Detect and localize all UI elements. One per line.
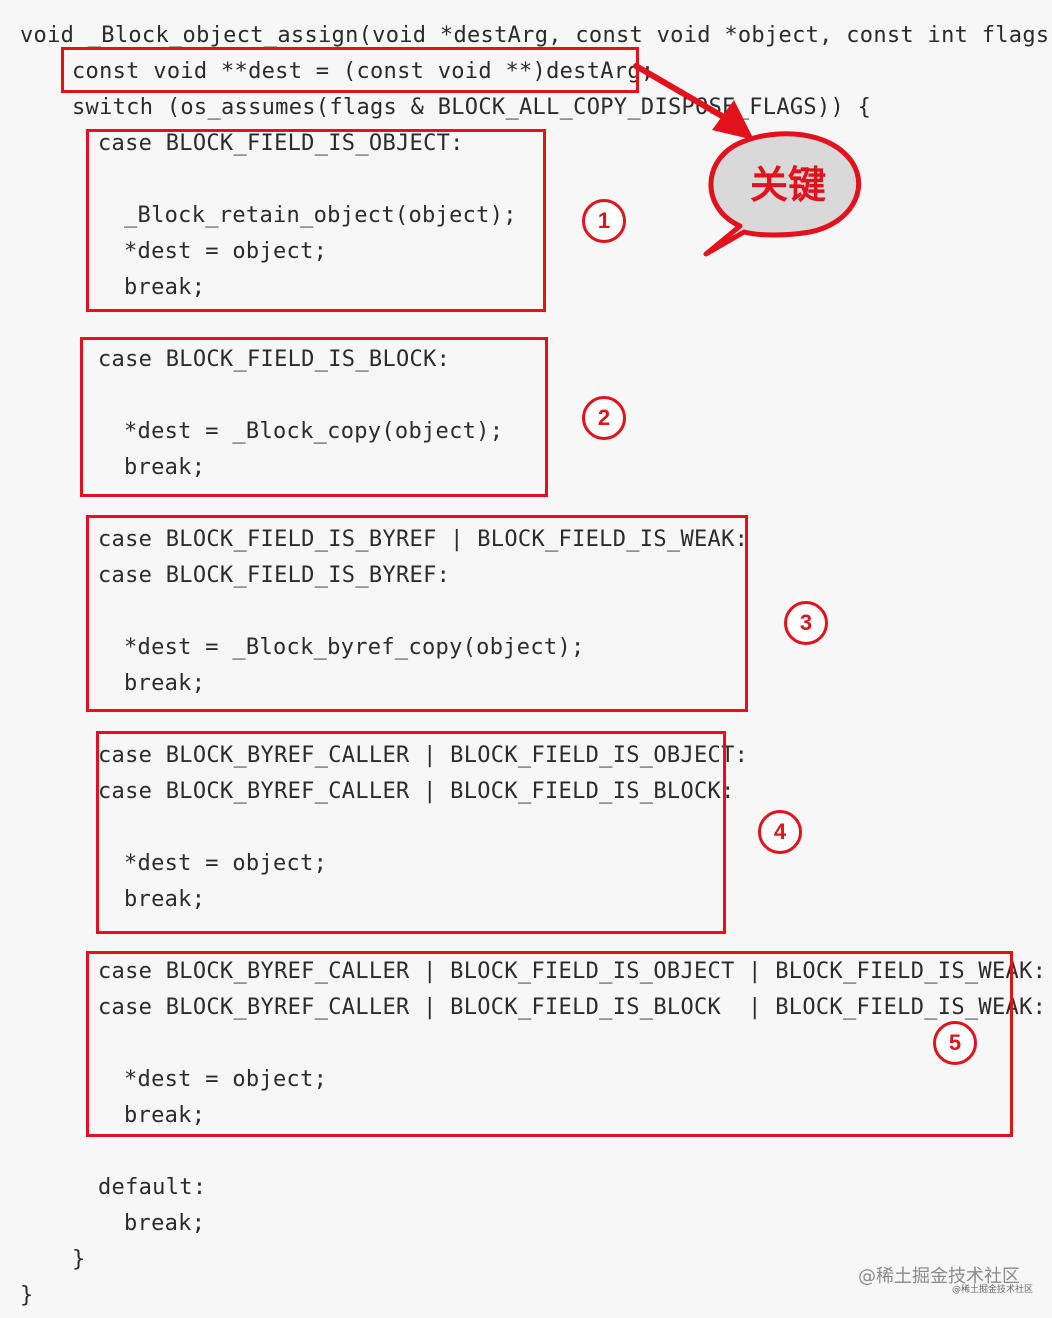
badge-2: 2 — [582, 396, 626, 440]
badge-3: 3 — [784, 601, 828, 645]
watermark-small: @稀土掘金技术社区 — [952, 1285, 1034, 1295]
callout-graphics — [633, 63, 862, 257]
arrow-head-icon — [712, 100, 754, 140]
callout-label: 关键 — [749, 163, 826, 207]
badge-5: 5 — [933, 1021, 977, 1065]
arrow-icon — [633, 63, 725, 119]
badge-1: 1 — [582, 199, 626, 243]
badge-4: 4 — [758, 810, 802, 854]
